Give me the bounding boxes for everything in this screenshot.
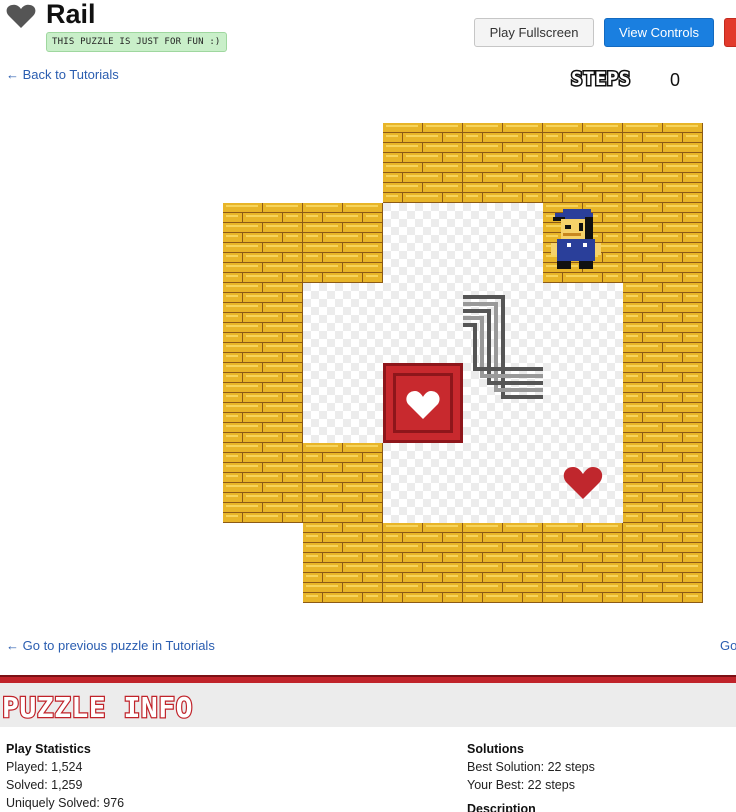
wall-tile — [303, 203, 383, 283]
wall-tile — [223, 363, 303, 443]
wall-tile — [383, 523, 463, 603]
wall-tile — [543, 523, 623, 603]
crate-block — [383, 363, 463, 443]
uniquely-solved-count: Uniquely Solved: 976 — [6, 796, 125, 810]
page-title: Rail — [46, 0, 96, 29]
wall-tile — [303, 523, 383, 603]
wall-tile — [623, 443, 703, 523]
wall-tile — [223, 283, 303, 363]
wall-tile — [623, 363, 703, 443]
wall-tile — [223, 203, 303, 283]
solved-count: Solved: 1,259 — [6, 778, 83, 792]
game-board[interactable] — [223, 123, 703, 603]
wall-tile — [623, 203, 703, 283]
wall-tile — [463, 523, 543, 603]
floor-tile — [543, 283, 623, 363]
floor-tile — [543, 363, 623, 443]
floor-tile — [383, 283, 463, 363]
steps-label-text: STEPS — [571, 68, 631, 90]
play-fullscreen-button[interactable]: Play Fullscreen — [474, 18, 594, 47]
next-puzzle-link[interactable]: Go — [720, 638, 736, 653]
best-solution: Best Solution: 22 steps — [467, 760, 595, 774]
wall-tile — [623, 523, 703, 603]
floor-tile — [303, 283, 383, 363]
wall-tile — [623, 283, 703, 363]
floor-tile — [303, 363, 383, 443]
puzzle-info-heading-text: PUZZLE INFO — [2, 691, 193, 724]
played-count: Played: 1,524 — [6, 760, 83, 774]
floor-tile — [463, 443, 543, 523]
solutions: Solutions Best Solution: 22 steps Your B… — [467, 740, 595, 812]
fun-badge: THIS PUZZLE IS JUST FOR FUN :) — [46, 32, 227, 52]
wall-tile — [303, 443, 383, 523]
wall-tile — [543, 123, 623, 203]
puzzle-info-heading: PUZZLE INFO — [1, 690, 194, 724]
solutions-heading: Solutions — [467, 742, 524, 756]
floor-tile — [383, 443, 463, 523]
play-statistics: Play Statistics Played: 1,524 Solved: 1,… — [6, 740, 124, 812]
wall-tile — [623, 123, 703, 203]
info-divider — [0, 675, 736, 683]
floor-tile — [463, 203, 543, 283]
description-heading: Description — [467, 802, 536, 812]
your-best: Your Best: 22 steps — [467, 778, 575, 792]
previous-puzzle-link[interactable]: ← Go to previous puzzle in Tutorials — [6, 638, 215, 653]
steps-label: STEPS — [570, 68, 632, 90]
play-statistics-heading: Play Statistics — [6, 742, 91, 756]
heart-icon — [6, 4, 36, 29]
view-controls-button[interactable]: View Controls — [604, 18, 714, 47]
wall-tile — [383, 123, 463, 203]
wall-tile — [223, 443, 303, 523]
wall-tile — [463, 123, 543, 203]
steps-counter: 0 — [670, 70, 681, 90]
floor-tile — [383, 203, 463, 283]
back-to-tutorials-link[interactable]: ← Back to Tutorials — [6, 67, 119, 82]
extra-red-button[interactable] — [724, 18, 736, 47]
